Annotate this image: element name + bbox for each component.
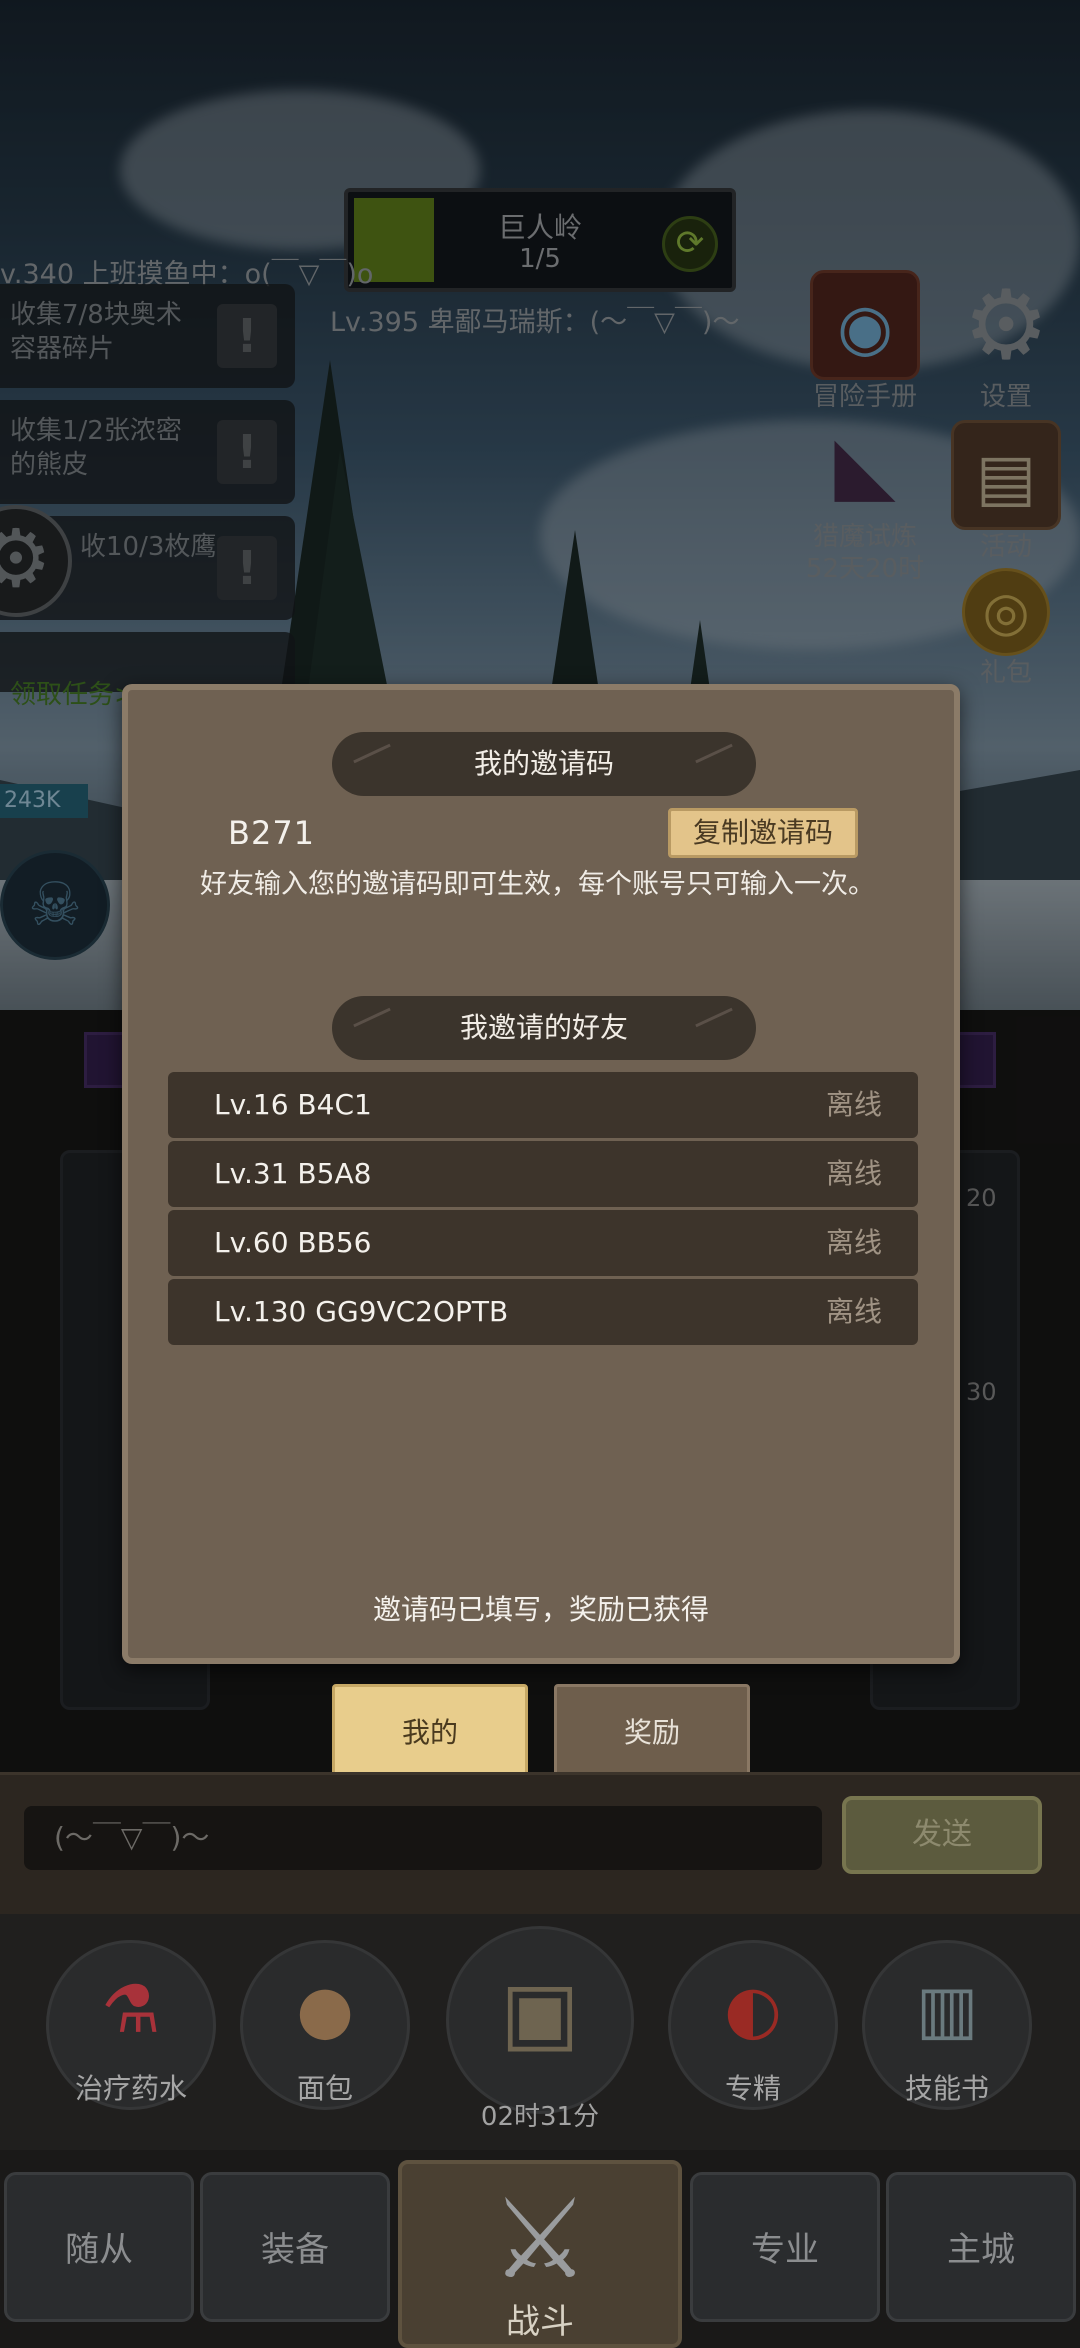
friend-status: 离线	[825, 1295, 882, 1328]
friend-name: Lv.31 B5A8	[214, 1157, 372, 1190]
potion-button[interactable]: ⚗ 治疗药水	[46, 1940, 216, 2110]
skill-book-button[interactable]: ▥ 技能书	[862, 1940, 1032, 2110]
specialize-button[interactable]: ◐ 专精	[668, 1940, 838, 2110]
friend-name: Lv.16 B4C1	[214, 1088, 372, 1121]
treasure-chest-button[interactable]: ▣	[446, 1926, 634, 2114]
specialize-icon: ◐	[724, 1971, 782, 2048]
friend-row: Lv.60 BB56 离线	[168, 1210, 918, 1276]
send-button[interactable]: 发送	[842, 1796, 1042, 1874]
nav-main-city[interactable]: 主城	[886, 2172, 1076, 2322]
specialize-label: 专精	[724, 2072, 781, 2105]
friend-row: Lv.31 B5A8 离线	[168, 1141, 918, 1207]
tab-mine[interactable]: 我的	[332, 1684, 528, 1776]
chat-input[interactable]: (～￣▽￣)～	[24, 1806, 822, 1870]
invited-friends-title: 我邀请的好友	[332, 996, 756, 1060]
invite-description: 好友输入您的邀请码即可生效，每个账号只可输入一次。	[200, 869, 875, 900]
bread-button[interactable]: ● 面包	[240, 1940, 410, 2110]
friend-row: Lv.130 GG9VC2OPTB 离线	[168, 1279, 918, 1345]
tab-reward[interactable]: 奖励	[554, 1684, 750, 1776]
invite-status-note: 邀请码已填写，奖励已获得	[372, 1593, 709, 1626]
nav-battle-label: 战斗	[506, 2302, 574, 2342]
bread-icon: ●	[296, 1971, 354, 2048]
invite-code-dialog: 我的邀请码 B271 复制邀请码 好友输入您的邀请码即可生效，每个账号只可输入一…	[122, 684, 960, 1664]
nav-equipment[interactable]: 装备	[200, 2172, 390, 2322]
skill-book-label: 技能书	[904, 2072, 989, 2105]
friend-status: 离线	[825, 1226, 882, 1259]
skill-book-icon: ▥	[915, 1971, 979, 2048]
nav-followers[interactable]: 随从	[4, 2172, 194, 2322]
my-code-title: 我的邀请码	[332, 732, 756, 796]
invited-friends-list: Lv.16 B4C1 离线 Lv.31 B5A8 离线 Lv.60 BB56 离…	[168, 1072, 918, 1348]
nav-battle[interactable]: ⚔ 战斗	[398, 2160, 682, 2348]
friend-status: 离线	[825, 1088, 882, 1121]
friend-name: Lv.130 GG9VC2OPTB	[214, 1295, 509, 1328]
potion-icon: ⚗	[101, 1971, 161, 2048]
friend-status: 离线	[825, 1157, 882, 1190]
invite-code-value: B271	[228, 814, 316, 852]
friend-name: Lv.60 BB56	[214, 1226, 372, 1259]
crossed-swords-icon: ⚔	[490, 2175, 590, 2303]
friend-row: Lv.16 B4C1 离线	[168, 1072, 918, 1138]
nav-profession[interactable]: 专业	[690, 2172, 880, 2322]
copy-code-button[interactable]: 复制邀请码	[668, 808, 858, 858]
treasure-chest-icon: ▣	[500, 1963, 580, 2061]
